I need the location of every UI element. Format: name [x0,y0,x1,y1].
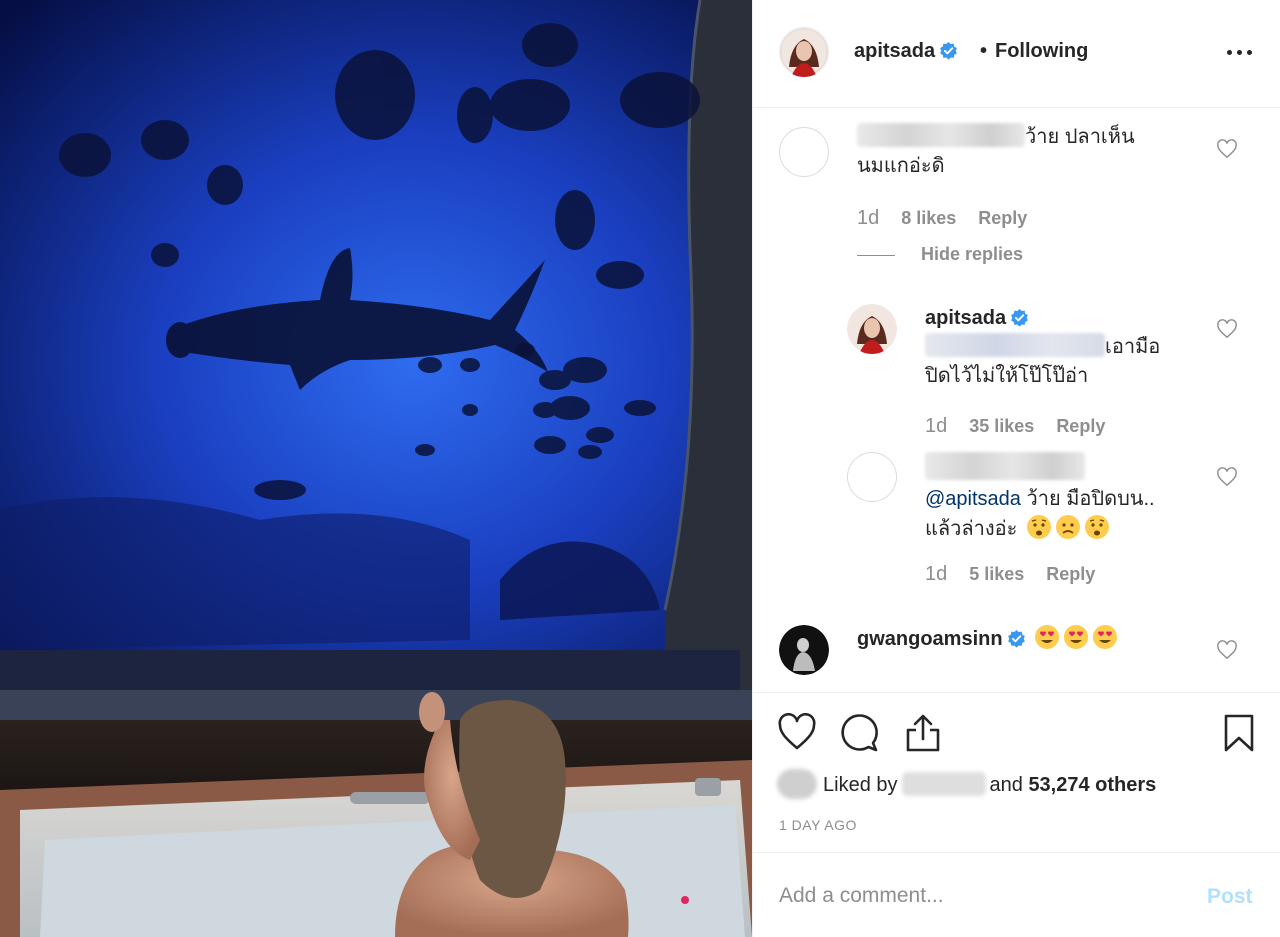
reply-text: apitsada เอามือ ปิดไว้ไม่ให้โป๊โป๊อ่า [925,304,1205,391]
comment-username[interactable]: gwangoamsinn [857,628,1003,650]
blurred-username [857,123,1025,147]
post-photo[interactable] [0,0,752,937]
hide-replies-line [857,255,895,256]
author-username[interactable]: apitsada [854,40,958,63]
liked-by-summary[interactable]: Liked by and 53,274 others [777,769,1156,799]
frowning-face-icon [1055,515,1080,539]
like-comment-heart-icon[interactable] [1216,640,1238,660]
reply-button[interactable]: Reply [1056,416,1105,436]
reply-avatar[interactable] [847,452,897,502]
reply-button[interactable]: Reply [978,208,1027,228]
reply-time[interactable]: 1d [925,415,947,437]
comment-avatar[interactable] [779,625,829,675]
author-avatar[interactable] [779,27,829,77]
liked-by-text: Liked by [823,774,898,796]
like-heart-icon[interactable] [777,713,817,751]
comment-meta: 1d 8 likes Reply [857,207,1049,230]
reply-text-line1: เอามือ [1105,336,1161,358]
following-button[interactable]: Following [995,40,1088,63]
comment-text-line1: ว้าย ปลาเห็น [1025,126,1135,148]
reply-likes[interactable]: 5 likes [969,564,1024,584]
verified-badge-icon [1011,308,1029,327]
reply-meta: 1d 35 likes Reply [925,415,1127,438]
post-sidebar: apitsada • Following ว้าย ปลาเห็น นมแกอ่… [752,0,1280,937]
comments-list[interactable]: ว้าย ปลาเห็น นมแกอ่ะดิ 1d 8 likes Reply Hi… [753,109,1280,692]
like-comment-heart-icon[interactable] [1216,139,1238,159]
reply-text-line2: แล้วล่างอ่ะ [925,518,1018,540]
like-comment-heart-icon[interactable] [1216,319,1238,339]
blurred-liker [901,772,986,796]
anxious-face-icon [1084,515,1109,539]
reply-text-line1: ว้าย มือปิดบน.. [1026,488,1155,510]
comment-composer: Post [753,852,1280,937]
reply-likes[interactable]: 35 likes [969,416,1034,436]
comment-text: ว้าย ปลาเห็น นมแกอ่ะดิ [857,123,1177,181]
reply-avatar[interactable] [847,304,897,354]
blurred-username [925,452,1085,480]
post-comment-button[interactable]: Post [1207,885,1253,909]
comment-avatar[interactable] [779,127,829,177]
heart-eyes-face-icon [1093,625,1118,649]
post-actions: Liked by and 53,274 others 1 DAY AGO [753,692,1280,852]
add-comment-input[interactable] [779,879,1179,913]
reply-text-line2: ปิดไว้ไม่ให้โป๊โป๊อ่า [925,365,1089,387]
heart-eyes-face-icon [1035,625,1060,649]
save-bookmark-icon[interactable] [1223,713,1255,753]
aquarium-bath-image [0,0,752,937]
heart-eyes-face-icon [1064,625,1089,649]
reply-time[interactable]: 1d [925,563,947,585]
reply-text: @apitsada ว้าย มือปิดบน.. แล้วล่างอ่ะ [925,452,1215,544]
likes-count[interactable]: 53,274 others [1028,774,1156,796]
mention-link[interactable]: @apitsada [925,488,1021,510]
comment-text-line2: นมแกอ่ะดิ [857,155,945,177]
liker-avatar[interactable] [777,769,817,799]
comment-bubble-icon[interactable] [839,713,879,753]
comment-likes[interactable]: 8 likes [901,208,956,228]
reply-meta: 1d 5 likes Reply [925,563,1117,586]
reply-username[interactable]: apitsada [925,307,1006,329]
comment-text: gwangoamsinn [857,624,1187,654]
more-options-icon[interactable] [1227,44,1253,60]
like-comment-heart-icon[interactable] [1216,467,1238,487]
reply-button[interactable]: Reply [1046,564,1095,584]
post-header: apitsada • Following [753,0,1280,108]
liked-and-text: and [989,774,1023,796]
blurred-mention [925,333,1105,357]
anxious-face-icon [1026,515,1051,539]
share-icon[interactable] [903,713,943,753]
verified-badge-icon [940,41,958,60]
author-username-text[interactable]: apitsada [854,40,935,62]
header-separator: • [980,40,988,62]
verified-badge-icon [1007,629,1025,648]
post-date: 1 DAY AGO [779,817,857,833]
hide-replies-button[interactable]: Hide replies [921,244,1023,265]
comment-time[interactable]: 1d [857,207,879,229]
